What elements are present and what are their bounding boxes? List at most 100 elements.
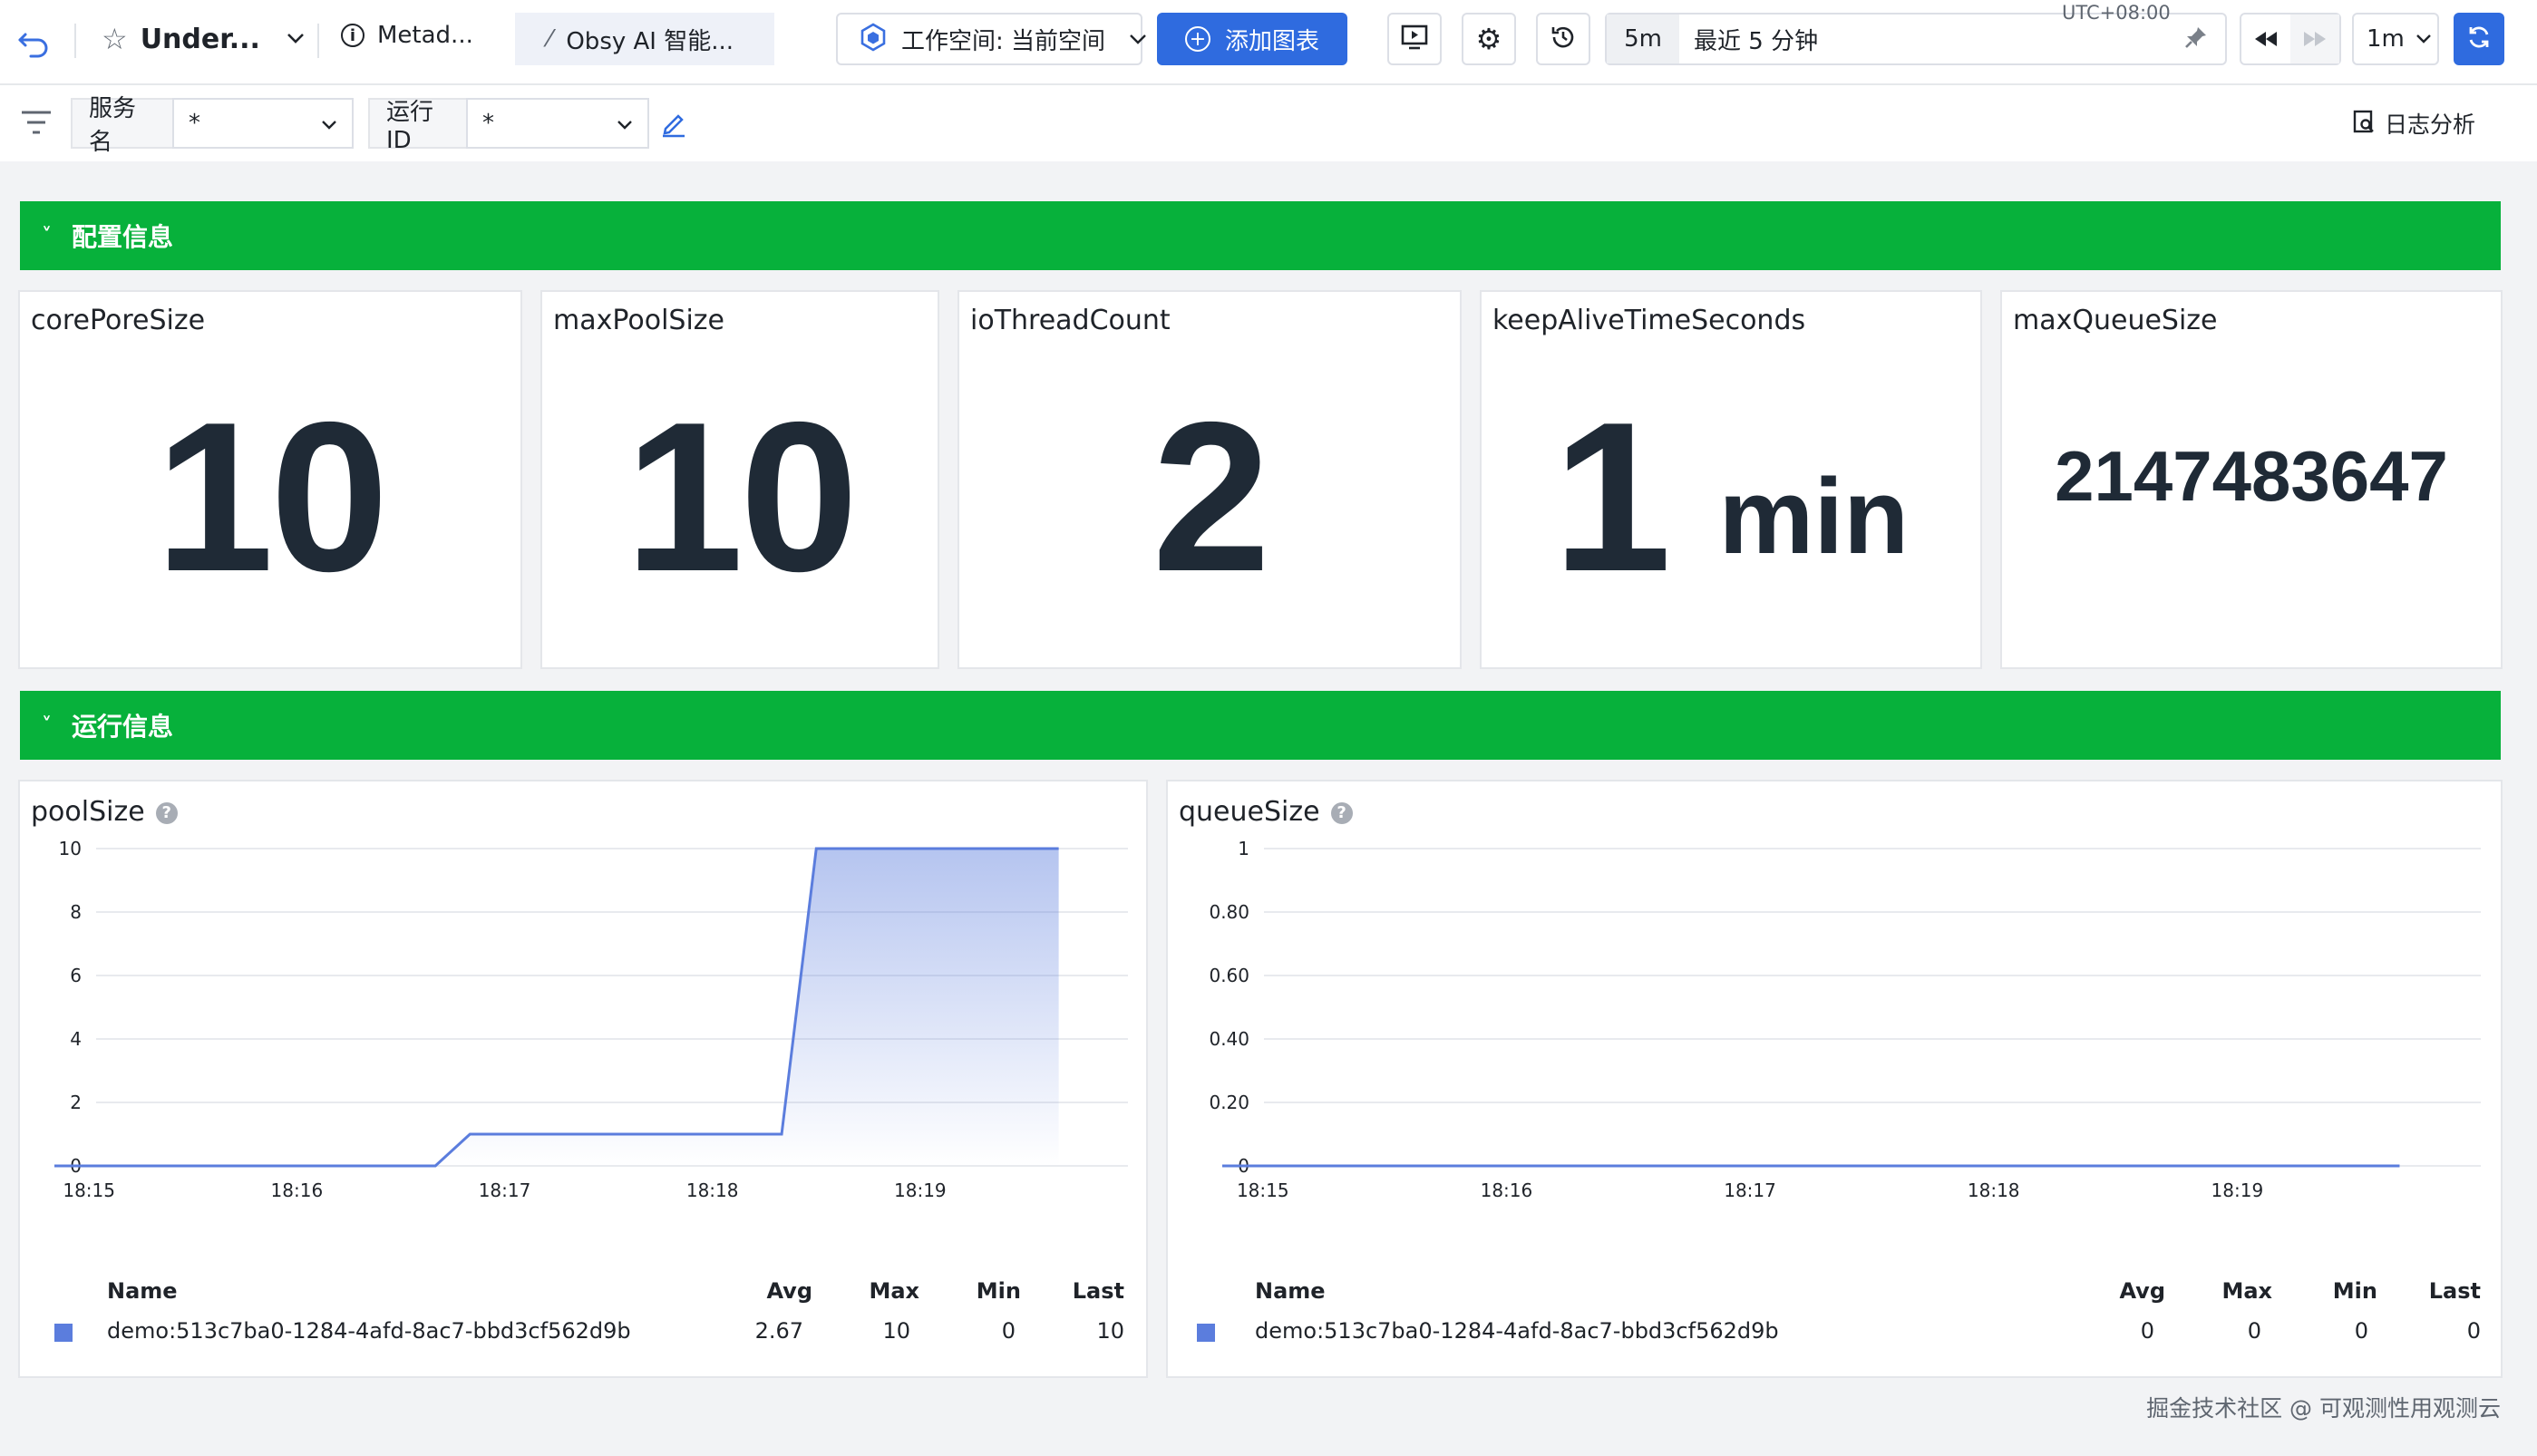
back-icon[interactable] xyxy=(16,22,53,58)
info-icon: i xyxy=(341,24,365,47)
obsy-ai-label: Obsy AI 智能... xyxy=(566,27,734,55)
chevron-down-icon xyxy=(321,110,337,137)
x-tick-label: 18:16 xyxy=(1481,1179,1533,1201)
add-chart-button[interactable]: + 添加图表 xyxy=(1157,13,1347,65)
presentation-mode-button[interactable] xyxy=(1387,13,1442,65)
chevron-down-icon: ˅ xyxy=(42,713,52,737)
metadata-label: Metad... xyxy=(377,22,473,49)
stat-card-io-thread-count: ioThreadCount 2 xyxy=(957,290,1462,669)
settings-button[interactable]: ⚙ xyxy=(1462,13,1516,65)
stat-card-keep-alive: keepAliveTimeSeconds 1 min xyxy=(1480,290,1982,669)
chevron-down-icon xyxy=(617,110,633,137)
y-tick-label: 0.40 xyxy=(1209,1028,1249,1050)
dashboard-title: Under... xyxy=(140,23,260,55)
filter-select-service[interactable]: * xyxy=(172,98,354,149)
y-tick-label: 6 xyxy=(70,965,82,986)
refresh-icon xyxy=(2465,24,2493,54)
y-tick-label: 2 xyxy=(70,1092,82,1113)
workspace-select[interactable]: 工作空间: 当前空间 xyxy=(836,13,1146,65)
pin-icon[interactable] xyxy=(2183,24,2209,53)
x-tick-label: 18:18 xyxy=(1968,1179,2020,1201)
y-tick-label: 10 xyxy=(59,838,82,859)
watermark-text: 掘金技术社区 @ 可观测性用观测云 xyxy=(2146,1395,2501,1422)
chevron-down-icon xyxy=(286,31,306,48)
refresh-button[interactable] xyxy=(2454,13,2504,65)
rewind-icon[interactable] xyxy=(2241,30,2290,48)
sparkle-icon: ⁄ xyxy=(548,25,552,53)
legend-value-max: 10 xyxy=(882,1318,910,1344)
stat-card-max-queue-size: maxQueueSize 2147483647 xyxy=(2000,290,2503,669)
timezone-label: UTC+08:00 xyxy=(2062,2,2171,24)
refresh-interval-select[interactable]: 1m xyxy=(2352,13,2439,65)
plus-circle-icon: + xyxy=(1184,26,1210,52)
toolbar-divider xyxy=(317,24,319,58)
legend-col-max: Max xyxy=(869,1278,919,1304)
series-color-swatch xyxy=(54,1324,73,1342)
stat-card-max-pool-size: maxPoolSize 10 xyxy=(540,290,939,669)
section-title-runtime: 运行信息 xyxy=(72,712,174,742)
x-tick-label: 18:19 xyxy=(894,1179,947,1201)
chart-svg-queue-size: 00.200.400.600.80118:15 18:16 18:17 18:18 18… xyxy=(1209,838,2481,1201)
star-icon[interactable]: ☆ xyxy=(102,22,128,56)
chart-card-pool-size: poolSize? 0 2 4 6 8 10 18:15 18:16 18:17 18:18 18:… xyxy=(18,780,1148,1378)
section-header-runtime[interactable]: ˅ 运行信息 xyxy=(20,691,2501,760)
x-tick-label: 18:16 xyxy=(271,1179,324,1201)
log-analysis-button[interactable]: 日志分析 xyxy=(2352,107,2475,140)
legend-value-max: 0 xyxy=(2247,1318,2261,1344)
filter-bar: 服务名 * 运行ID * 日志分析 xyxy=(0,85,2537,161)
time-step-control xyxy=(2240,13,2341,65)
metadata-button[interactable]: i Metad... xyxy=(341,22,473,49)
fast-forward-icon[interactable] xyxy=(2290,15,2339,63)
legend-col-name: Name xyxy=(107,1278,178,1304)
log-analysis-label: 日志分析 xyxy=(2385,112,2476,138)
chevron-down-icon xyxy=(1129,31,1147,48)
chevron-down-icon: ˅ xyxy=(42,224,52,248)
stat-value: 10 xyxy=(625,376,858,616)
filter-lines-icon[interactable] xyxy=(20,109,53,140)
stat-value: 10 xyxy=(155,376,388,616)
history-button[interactable] xyxy=(1536,13,1590,65)
log-search-icon xyxy=(2352,109,2376,138)
edit-pencil-icon[interactable] xyxy=(660,109,687,141)
legend-col-min: Min xyxy=(2332,1278,2377,1304)
refresh-interval-label: 1m xyxy=(2367,25,2405,53)
gear-icon: ⚙ xyxy=(1475,22,1502,56)
workspace-hexagon-icon xyxy=(860,23,887,55)
legend-col-max: Max xyxy=(2221,1278,2272,1304)
x-tick-label: 18:17 xyxy=(1724,1179,1776,1201)
legend-col-name: Name xyxy=(1255,1278,1326,1304)
legend-col-last: Last xyxy=(1072,1278,1124,1304)
y-tick-label: 0.60 xyxy=(1209,965,1249,986)
legend-value-last: 10 xyxy=(1096,1318,1124,1344)
y-tick-label: 0.80 xyxy=(1209,901,1249,923)
dashboard-title-dropdown[interactable]: ☆ Under... xyxy=(102,22,306,56)
x-tick-label: 18:19 xyxy=(2211,1179,2264,1201)
legend-series-name: demo:513c7ba0-1284-4afd-8ac7-bbd3cf562d9… xyxy=(1255,1318,1779,1344)
obsy-ai-button[interactable]: ⁄ Obsy AI 智能... xyxy=(515,13,774,65)
x-tick-label: 18:17 xyxy=(479,1179,531,1201)
stat-value-wrapper: 10 xyxy=(20,292,520,667)
legend-value-min: 0 xyxy=(2354,1318,2368,1344)
stat-unit: min xyxy=(1718,457,1910,577)
stat-value-wrapper: 2147483647 xyxy=(2002,292,2501,667)
x-tick-label: 18:15 xyxy=(63,1179,115,1201)
stat-value-wrapper: 10 xyxy=(542,292,938,667)
legend-value-avg: 0 xyxy=(2140,1318,2154,1344)
section-header-config[interactable]: ˅ 配置信息 xyxy=(20,201,2501,270)
legend-col-avg: Avg xyxy=(2119,1278,2165,1304)
stat-value: 2147483647 xyxy=(2055,435,2448,516)
legend-value-last: 0 xyxy=(2466,1318,2481,1344)
filter-select-run-id[interactable]: * xyxy=(466,98,649,149)
x-tick-label: 18:15 xyxy=(1237,1179,1289,1201)
chart-card-queue-size: queueSize? 0 0.20 0.40 0.60 0.80 1 18:15 18:16 1… xyxy=(1166,780,2503,1378)
stat-value: 1 xyxy=(1552,376,1672,616)
stat-value-wrapper: 1 min xyxy=(1482,292,1980,667)
stat-value: 2 xyxy=(1152,376,1271,616)
stat-value-wrapper: 2 xyxy=(959,292,1460,667)
workspace-label: 工作空间: 当前空间 xyxy=(901,27,1106,55)
history-clock-icon xyxy=(1549,23,1578,55)
time-range-short: 5m xyxy=(1607,15,1679,63)
top-toolbar: ☆ Under... i Metad... ⁄ Obsy AI 智能... 工作… xyxy=(0,0,2537,85)
series-color-swatch xyxy=(1197,1324,1215,1342)
add-chart-label: 添加图表 xyxy=(1224,27,1319,55)
